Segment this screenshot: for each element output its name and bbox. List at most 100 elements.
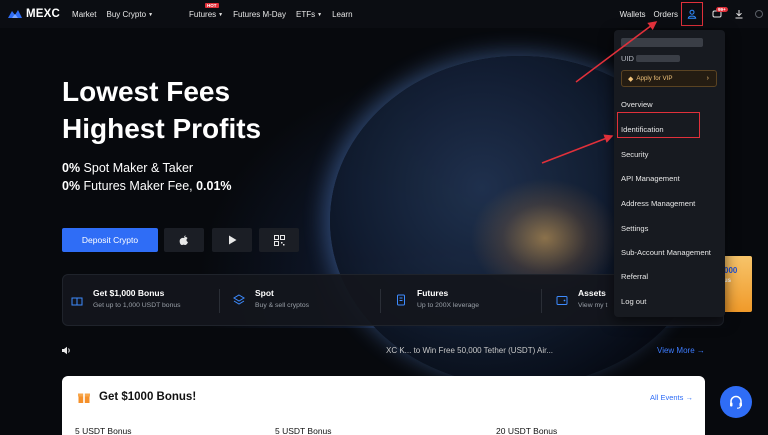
globe-icon <box>755 10 763 18</box>
divider <box>380 289 381 313</box>
uid-value-blurred <box>636 55 680 62</box>
apply-vip-button[interactable]: ◆ Apply for VIP › <box>621 70 717 87</box>
menu-settings[interactable]: Settings <box>621 224 648 233</box>
bonus-card: Get $1000 Bonus! All Events → 5 USDT Bon… <box>62 376 705 435</box>
hot-badge: HOT <box>205 2 219 8</box>
google-play-button[interactable] <box>212 228 252 252</box>
menu-api-management[interactable]: API Management <box>621 174 680 183</box>
divider <box>541 289 542 313</box>
nav-futures-mday-label: Futures M-Day <box>233 9 286 19</box>
username-blurred <box>621 38 703 47</box>
announcement-text[interactable]: XC K... to Win Free 50,000 Tether (USDT)… <box>386 346 553 355</box>
menu-address-management[interactable]: Address Management <box>621 199 695 208</box>
nav-futures[interactable]: HOT Futures ▼ <box>189 2 224 19</box>
user-icon <box>687 9 697 19</box>
vip-icon: ◆ <box>628 75 634 83</box>
hero-subtitle-2-bold: 0% <box>62 179 81 193</box>
arrow-right-icon: → <box>685 393 694 402</box>
nav-buy-crypto-label: Buy Crypto <box>106 9 147 19</box>
orders-link[interactable]: Orders <box>654 10 678 19</box>
feature-bonus-subtitle: Get up to 1,000 USDT bonus <box>93 302 181 309</box>
announcement-ticker: XC K... to Win Free 50,000 Tether (USDT)… <box>0 340 768 360</box>
layers-icon <box>233 294 245 305</box>
nav-futures-label: Futures <box>189 9 217 19</box>
feature-futures-title: Futures <box>417 288 449 298</box>
menu-security[interactable]: Security <box>621 150 648 159</box>
chevron-down-icon: ▼ <box>148 11 154 18</box>
menu-overview[interactable]: Overview <box>621 100 653 109</box>
promo-line1: 000 <box>724 266 738 275</box>
view-more-link[interactable]: View More → <box>657 346 705 355</box>
menu-log-out[interactable]: Log out <box>621 297 646 306</box>
apple-icon <box>179 234 188 245</box>
top-navbar: MEXC Market Buy Crypto ▼ HOT Futures ▼ Futu… <box>0 0 768 28</box>
feature-spot-title: Spot <box>255 288 274 298</box>
app-store-button[interactable] <box>164 228 204 252</box>
speaker-icon <box>62 346 70 355</box>
nav-market[interactable]: Market <box>72 10 96 19</box>
gift-box-icon <box>78 393 90 403</box>
wallets-link[interactable]: Wallets <box>620 10 646 19</box>
nav-learn-label: Learn <box>332 9 353 19</box>
notification-badge: 99+ <box>716 7 728 12</box>
play-icon <box>228 235 236 245</box>
hero-subtitle-1: 0% Spot Maker & Taker <box>62 161 193 175</box>
futures-icon <box>397 294 405 306</box>
feature-futures-subtitle: Up to 200X leverage <box>417 302 479 309</box>
nav-right: Wallets Orders 99+ <box>620 0 768 28</box>
bonus-item: 5 USDT Bonus <box>75 426 132 435</box>
mexc-logo-icon <box>8 10 22 18</box>
main-menu: Market Buy Crypto ▼ HOT Futures ▼ Futures M… <box>72 2 363 19</box>
logo-text: MEXC <box>26 8 61 20</box>
feature-spot-subtitle: Buy & sell cryptos <box>255 302 310 309</box>
bonus-item: 20 USDT Bonus <box>496 426 558 435</box>
bonus-item: 5 USDT Bonus <box>275 426 332 435</box>
feature-bonus-title: Get $1,000 Bonus <box>93 288 165 298</box>
gift-icon <box>71 297 83 306</box>
apply-vip-label: Apply for VIP <box>636 75 673 82</box>
uid-label: UID <box>621 54 634 63</box>
headset-icon <box>730 395 742 409</box>
nav-buy-crypto[interactable]: Buy Crypto ▼ <box>106 10 153 19</box>
more-settings-button[interactable] <box>750 2 768 26</box>
view-more-label: View More <box>657 346 695 355</box>
promo-banner[interactable]: 000 us <box>722 256 752 312</box>
menu-referral[interactable]: Referral <box>621 272 648 281</box>
chevron-down-icon: ▼ <box>317 11 323 18</box>
hero-subtitle-1-bold: 0% <box>62 161 81 175</box>
nav-etfs[interactable]: ETFs ▼ <box>296 10 322 19</box>
menu-sub-account-management[interactable]: Sub-Account Management <box>621 248 711 257</box>
nav-market-label: Market <box>72 9 97 19</box>
identification-highlight <box>617 112 700 138</box>
chevron-right-icon: › <box>706 75 709 82</box>
hero-subtitle-1-text: Spot Maker & Taker <box>80 161 194 175</box>
all-events-label: All Events <box>650 393 684 402</box>
bonus-card-title: Get $1000 Bonus! <box>99 391 197 403</box>
hero-subtitle-2-text: Futures Maker Fee, <box>80 179 197 193</box>
mexc-logo[interactable]: MEXC <box>8 8 60 20</box>
download-button[interactable] <box>728 2 750 26</box>
nav-learn[interactable]: Learn <box>332 10 352 19</box>
arrow-right-icon: → <box>696 346 705 355</box>
hero-title-line2: Highest Profits <box>62 113 262 144</box>
deposit-crypto-button[interactable]: Deposit Crypto <box>62 228 158 252</box>
hero-subtitle-2-bold2: 0.01% <box>196 179 232 193</box>
user-account-button[interactable] <box>681 2 703 26</box>
hero-subtitle-2: 0% Futures Maker Fee, 0.01% <box>62 179 232 193</box>
hero-title-line1: Lowest Fees <box>62 76 231 107</box>
qr-code-button[interactable] <box>259 228 299 252</box>
divider <box>219 289 220 313</box>
wallet-icon <box>556 296 568 305</box>
chevron-down-icon: ▼ <box>218 11 224 18</box>
all-events-link[interactable]: All Events → <box>650 393 693 402</box>
customer-support-button[interactable] <box>720 386 752 418</box>
notifications-button[interactable]: 99+ <box>706 2 728 26</box>
nav-futures-mday[interactable]: Futures M-Day <box>233 10 286 19</box>
qr-code-icon <box>273 234 285 246</box>
account-dropdown: UID ◆ Apply for VIP › Overview Identific… <box>614 30 725 317</box>
nav-etfs-label: ETFs <box>296 9 316 19</box>
download-icon <box>735 10 743 19</box>
promo-line2: us <box>724 278 732 284</box>
feature-assets-subtitle: View my t <box>578 302 608 309</box>
feature-assets-title: Assets <box>578 288 606 298</box>
